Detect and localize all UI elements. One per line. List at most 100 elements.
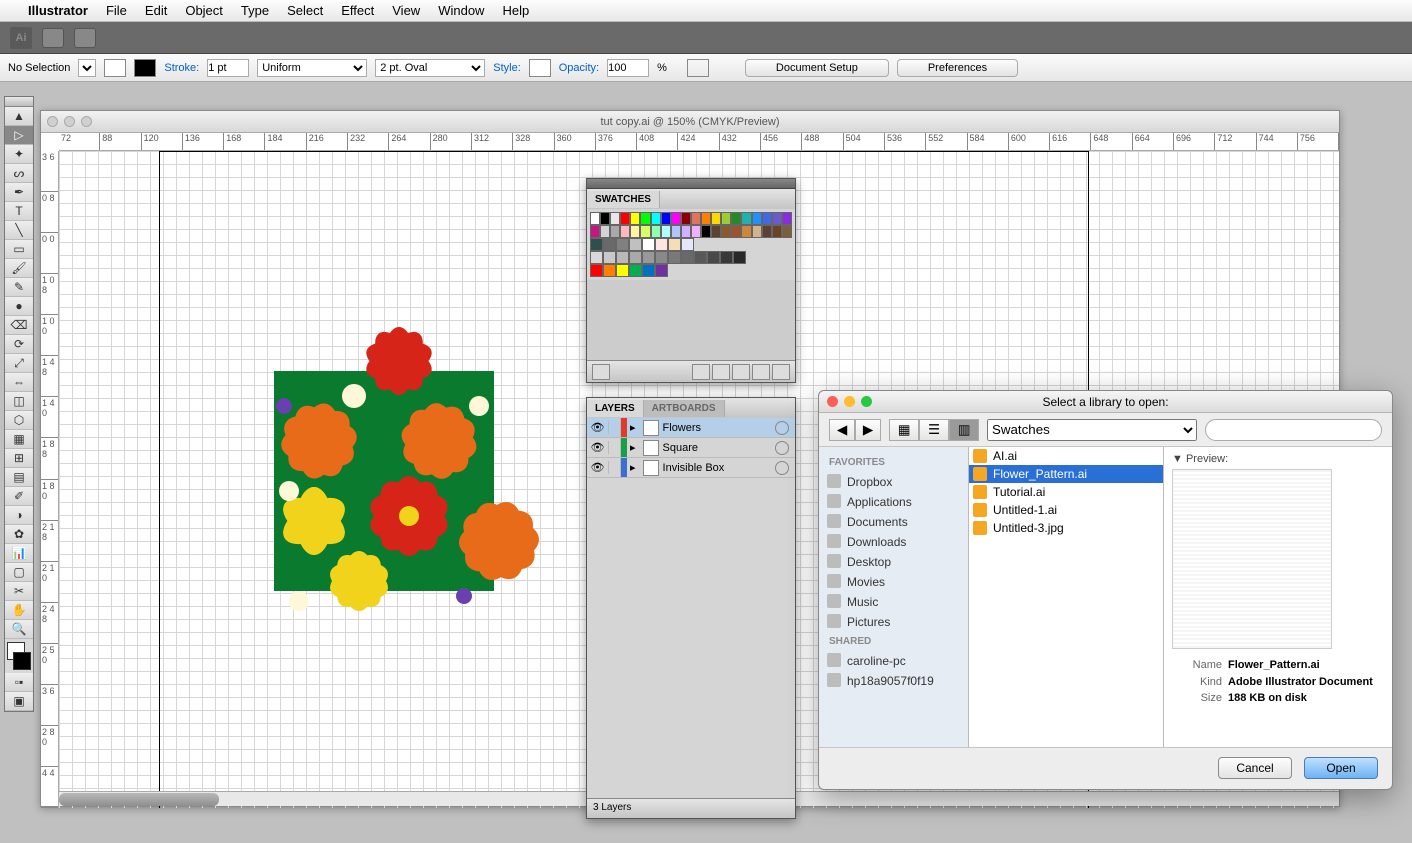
menu-effect[interactable]: Effect <box>341 3 374 18</box>
lasso-tool[interactable]: ᔕ <box>5 164 33 183</box>
document-titlebar[interactable]: tut copy.ai @ 150% (CMYK/Preview) <box>41 111 1339 133</box>
screen-mode-button[interactable]: ▣ <box>5 692 33 711</box>
brush-dropdown[interactable]: 2 pt. Oval <box>375 59 485 77</box>
artboard-tool[interactable]: ▢ <box>5 563 33 582</box>
free-transform-tool[interactable]: ◫ <box>5 392 33 411</box>
column-view-button[interactable]: ▥ <box>949 419 979 441</box>
lock-column[interactable] <box>609 438 621 457</box>
swatch[interactable] <box>711 212 721 225</box>
window-controls[interactable] <box>47 116 92 127</box>
swatch[interactable] <box>720 251 733 264</box>
file-item[interactable]: AI.ai <box>969 447 1163 465</box>
file-item[interactable]: Untitled-1.ai <box>969 501 1163 519</box>
arrange-button[interactable] <box>74 28 96 48</box>
swatch[interactable] <box>655 251 668 264</box>
menu-edit[interactable]: Edit <box>145 3 167 18</box>
delete-swatch-icon[interactable] <box>772 364 790 380</box>
panel-drag-handle[interactable] <box>587 179 795 189</box>
swatch[interactable] <box>701 212 711 225</box>
lock-column[interactable] <box>609 458 621 477</box>
swatch[interactable] <box>731 225 741 238</box>
perspective-tool[interactable]: ▦ <box>5 430 33 449</box>
icon-view-button[interactable]: ▦ <box>889 419 919 441</box>
symbol-sprayer-tool[interactable]: ✿ <box>5 525 33 544</box>
dialog-titlebar[interactable]: Select a library to open: <box>819 391 1392 413</box>
swatch[interactable] <box>590 251 603 264</box>
swatch[interactable] <box>590 225 600 238</box>
swatch[interactable] <box>694 251 707 264</box>
swatch[interactable] <box>651 225 661 238</box>
swatch[interactable] <box>782 225 792 238</box>
stroke-well[interactable] <box>13 652 31 670</box>
swatch[interactable] <box>610 225 620 238</box>
stroke-weight-input[interactable] <box>207 59 249 77</box>
swatch[interactable] <box>691 212 701 225</box>
swatch[interactable] <box>616 251 629 264</box>
type-tool[interactable]: T <box>5 202 33 221</box>
toolbox-header[interactable] <box>5 97 33 107</box>
swatch[interactable] <box>691 225 701 238</box>
ruler-vertical[interactable]: 3 60 80 01 0 81 0 01 4 81 4 01 8 81 8 02… <box>41 151 59 808</box>
graphic-style-swatch[interactable] <box>529 59 551 77</box>
swatch[interactable] <box>681 251 694 264</box>
swatch[interactable] <box>651 212 661 225</box>
opacity-input[interactable] <box>607 59 649 77</box>
search-input[interactable] <box>1205 419 1382 441</box>
scale-tool[interactable]: ⤢ <box>5 354 33 373</box>
visibility-icon[interactable]: 👁 <box>587 421 609 434</box>
menu-window[interactable]: Window <box>438 3 484 18</box>
layer-row[interactable]: 👁▸Flowers <box>587 418 795 438</box>
zoom-tool[interactable]: 🔍 <box>5 620 33 639</box>
swatch[interactable] <box>642 264 655 277</box>
swatch[interactable] <box>762 212 772 225</box>
nav-forward-button[interactable]: ▶ <box>855 419 881 441</box>
swatch[interactable] <box>668 251 681 264</box>
swatch[interactable] <box>762 225 772 238</box>
swatch[interactable] <box>620 212 630 225</box>
layer-name[interactable]: Invisible Box <box>663 462 775 474</box>
close-icon[interactable] <box>827 396 838 407</box>
zoom-icon[interactable] <box>861 396 872 407</box>
swatch[interactable] <box>701 225 711 238</box>
swatches-tab[interactable]: SWATCHES <box>587 191 660 208</box>
paintbrush-tool[interactable]: 🖌 <box>5 259 33 278</box>
ruler-horizontal[interactable]: 7288120136168184216232264280312328360376… <box>59 133 1339 151</box>
magic-wand-tool[interactable]: ✦ <box>5 145 33 164</box>
swatch[interactable] <box>629 251 642 264</box>
sidebar-item[interactable]: caroline-pc <box>819 651 968 671</box>
swatch[interactable] <box>721 212 731 225</box>
swatch[interactable] <box>671 212 681 225</box>
app-name[interactable]: Illustrator <box>28 3 88 18</box>
graph-tool[interactable]: 📊 <box>5 544 33 563</box>
swatch[interactable] <box>772 212 782 225</box>
lock-column[interactable] <box>609 418 621 437</box>
hand-tool[interactable]: ✋ <box>5 601 33 620</box>
target-icon[interactable] <box>775 441 789 455</box>
layer-name[interactable]: Flowers <box>663 422 775 434</box>
swatch[interactable] <box>668 238 681 251</box>
swatch[interactable] <box>681 238 694 251</box>
stroke-profile-dropdown[interactable]: Uniform <box>257 59 367 77</box>
swatch-libraries-icon[interactable] <box>592 364 610 380</box>
menu-view[interactable]: View <box>392 3 420 18</box>
swatch[interactable] <box>616 264 629 277</box>
bridge-button[interactable] <box>42 28 64 48</box>
new-swatch-icon[interactable] <box>752 364 770 380</box>
list-view-button[interactable]: ☰ <box>919 419 949 441</box>
artboards-tab[interactable]: ARTBOARDS <box>644 400 725 417</box>
fill-swatch[interactable] <box>104 59 126 77</box>
layers-tab[interactable]: LAYERS <box>587 400 644 417</box>
swatch[interactable] <box>731 212 741 225</box>
swatch[interactable] <box>603 238 616 251</box>
swatch[interactable] <box>600 212 610 225</box>
sidebar-item[interactable]: Music <box>819 592 968 612</box>
layer-row[interactable]: 👁▸Square <box>587 438 795 458</box>
document-setup-button[interactable]: Document Setup <box>745 59 889 77</box>
swatch-options-icon[interactable] <box>712 364 730 380</box>
swatch[interactable] <box>640 225 650 238</box>
line-tool[interactable]: ╲ <box>5 221 33 240</box>
file-list[interactable]: AI.aiFlower_Pattern.aiTutorial.aiUntitle… <box>969 447 1164 747</box>
recolor-button[interactable] <box>687 59 709 77</box>
swatch[interactable] <box>752 225 762 238</box>
sidebar-item[interactable]: Pictures <box>819 612 968 632</box>
